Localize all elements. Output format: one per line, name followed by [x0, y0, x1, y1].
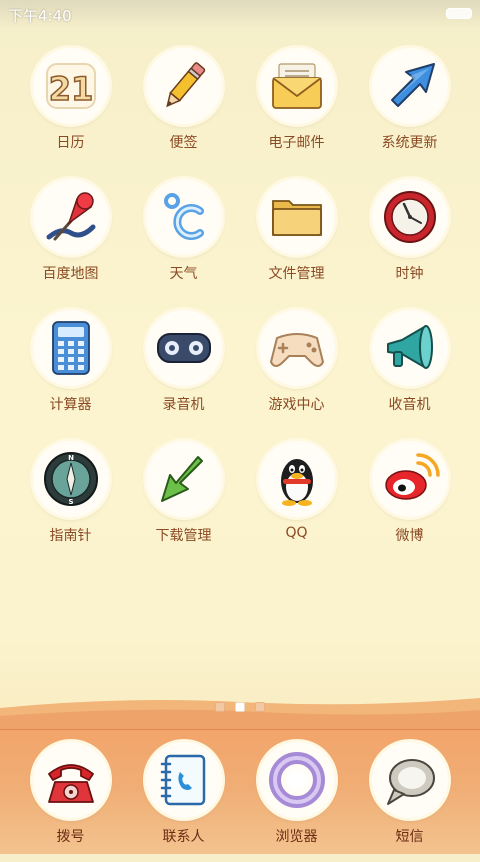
app-radio[interactable]: 收音机: [353, 310, 466, 430]
app-label: 下载管理: [155, 528, 212, 544]
status-bar: 下午4:40: [0, 0, 480, 28]
compass-icon: N S: [33, 441, 109, 517]
app-qq[interactable]: QQ: [240, 441, 353, 561]
dock: 拨号 联系人 浏览器 短信: [0, 729, 480, 854]
app-label: 百度地图: [42, 266, 99, 282]
app-label: 联系人: [162, 829, 205, 845]
app-download-manager[interactable]: 下载管理: [127, 441, 240, 561]
app-label: 拨号: [56, 829, 85, 845]
app-label: 指南针: [49, 528, 92, 544]
app-label: 计算器: [49, 397, 92, 413]
penguin-icon: [259, 441, 335, 517]
envelope-icon: [259, 48, 335, 124]
celsius-icon: [146, 179, 222, 255]
speech-bubble-icon: [372, 742, 448, 818]
app-label: QQ: [285, 525, 308, 541]
app-compass[interactable]: N S 指南针: [14, 441, 127, 561]
pencil-icon: [146, 48, 222, 124]
app-weibo[interactable]: 微博: [353, 441, 466, 561]
pushpin-icon: [33, 179, 109, 255]
app-system-update[interactable]: 系统更新: [353, 48, 466, 168]
folder-icon: [259, 179, 335, 255]
app-label: 系统更新: [381, 135, 438, 151]
contacts-book-icon: [146, 742, 222, 818]
status-time: 下午4:40: [8, 7, 72, 25]
arrow-up-right-icon: [372, 48, 448, 124]
calendar-icon: 21: [33, 48, 109, 124]
app-recorder[interactable]: 录音机: [127, 310, 240, 430]
clock-icon: [372, 179, 448, 255]
app-label: 日历: [56, 135, 85, 151]
battery-icon: [446, 8, 472, 19]
app-label: 便签: [169, 135, 198, 151]
megaphone-icon: [372, 310, 448, 386]
app-game-center[interactable]: 游戏中心: [240, 310, 353, 430]
app-label: 文件管理: [268, 266, 325, 282]
app-calculator[interactable]: 计算器: [14, 310, 127, 430]
app-browser[interactable]: 浏览器: [240, 742, 353, 862]
telephone-icon: [33, 742, 109, 818]
app-label: 时钟: [395, 266, 424, 282]
cassette-icon: [146, 310, 222, 386]
app-label: 天气: [169, 266, 198, 282]
page-dot-2[interactable]: [235, 702, 245, 712]
page-dot-1[interactable]: [215, 702, 225, 712]
app-label: 收音机: [388, 397, 431, 413]
gamepad-icon: [259, 310, 335, 386]
calculator-icon: [33, 310, 109, 386]
svg-text:N: N: [68, 454, 74, 462]
arrow-down-left-icon: [146, 441, 222, 517]
app-label: 浏览器: [275, 829, 318, 845]
app-label: 短信: [395, 829, 424, 845]
app-label: 录音机: [162, 397, 205, 413]
page-dot-3[interactable]: [255, 702, 265, 712]
app-label: 微博: [395, 528, 424, 544]
app-file-manager[interactable]: 文件管理: [240, 179, 353, 299]
app-dialer[interactable]: 拨号: [14, 742, 127, 862]
app-clock[interactable]: 时钟: [353, 179, 466, 299]
app-label: 电子邮件: [268, 135, 325, 151]
app-calendar[interactable]: 21 日历: [14, 48, 127, 168]
app-contacts[interactable]: 联系人: [127, 742, 240, 862]
app-baidu-maps[interactable]: 百度地图: [14, 179, 127, 299]
app-email[interactable]: 电子邮件: [240, 48, 353, 168]
app-weather[interactable]: 天气: [127, 179, 240, 299]
svg-text:S: S: [68, 498, 73, 506]
app-messages[interactable]: 短信: [353, 742, 466, 862]
page-indicator: [0, 697, 480, 712]
app-notes[interactable]: 便签: [127, 48, 240, 168]
svg-text:21: 21: [49, 70, 94, 108]
app-label: 游戏中心: [268, 397, 325, 413]
weibo-icon: [372, 441, 448, 517]
browser-ring-icon: [259, 742, 335, 818]
